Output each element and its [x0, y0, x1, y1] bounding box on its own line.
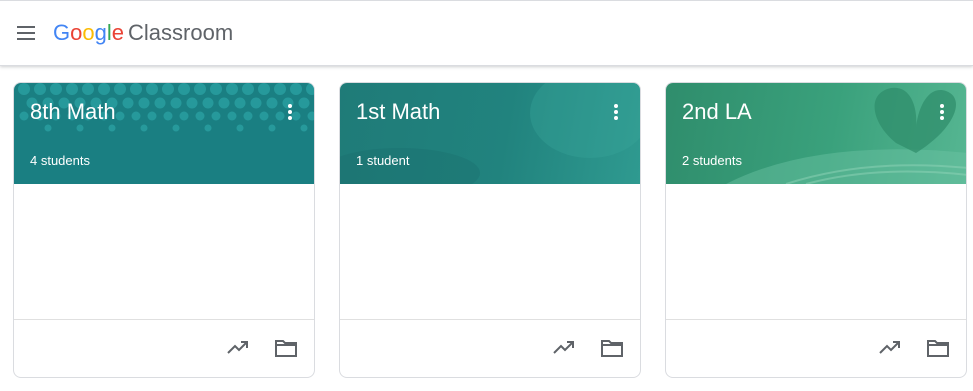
google-classroom-logo[interactable]: G o o g l e Classroom: [53, 20, 233, 46]
class-options-button[interactable]: [282, 100, 298, 124]
open-gradebook-button[interactable]: [877, 335, 903, 361]
class-options-button[interactable]: [608, 100, 624, 124]
open-gradebook-button[interactable]: [551, 335, 577, 361]
trending-up-icon: [879, 341, 900, 354]
open-gradebook-button[interactable]: [225, 335, 251, 361]
more-vert-icon: [940, 104, 944, 120]
open-class-folder-button[interactable]: [925, 335, 951, 361]
class-card-footer: [14, 319, 314, 377]
top-app-bar: G o o g l e Classroom: [0, 0, 973, 66]
folder-icon: [275, 340, 297, 357]
trending-up-icon: [553, 341, 574, 354]
more-vert-icon: [288, 104, 292, 120]
class-name-link[interactable]: 8th Math: [30, 99, 116, 125]
class-options-button[interactable]: [934, 100, 950, 124]
brand-letter: e: [111, 20, 125, 45]
brand-letter: g: [94, 20, 107, 45]
class-card: 8th Math 4 students: [13, 82, 315, 378]
class-card-footer: [340, 319, 640, 377]
class-card: 2nd LA 2 students: [665, 82, 967, 378]
folder-icon: [927, 340, 949, 357]
hamburger-menu-icon: [17, 26, 35, 40]
student-count: 2 students: [682, 153, 742, 168]
brand-letter: o: [82, 20, 95, 45]
trending-up-icon: [227, 341, 248, 354]
class-card-footer: [666, 319, 966, 377]
folder-icon: [601, 340, 623, 357]
class-card-header[interactable]: 1st Math 1 student: [340, 83, 640, 184]
class-name-link[interactable]: 1st Math: [356, 99, 440, 125]
open-class-folder-button[interactable]: [273, 335, 299, 361]
class-card-header[interactable]: 2nd LA 2 students: [666, 83, 966, 184]
brand-letter: o: [70, 20, 83, 45]
student-count: 1 student: [356, 153, 410, 168]
student-count: 4 students: [30, 153, 90, 168]
class-card-header[interactable]: 8th Math 4 students: [14, 83, 314, 184]
main-menu-button[interactable]: [13, 20, 39, 46]
class-name-link[interactable]: 2nd LA: [682, 99, 752, 125]
class-card: 1st Math 1 student: [339, 82, 641, 378]
brand-letter: G: [53, 20, 71, 45]
open-class-folder-button[interactable]: [599, 335, 625, 361]
product-name: Classroom: [128, 20, 234, 45]
more-vert-icon: [614, 104, 618, 120]
